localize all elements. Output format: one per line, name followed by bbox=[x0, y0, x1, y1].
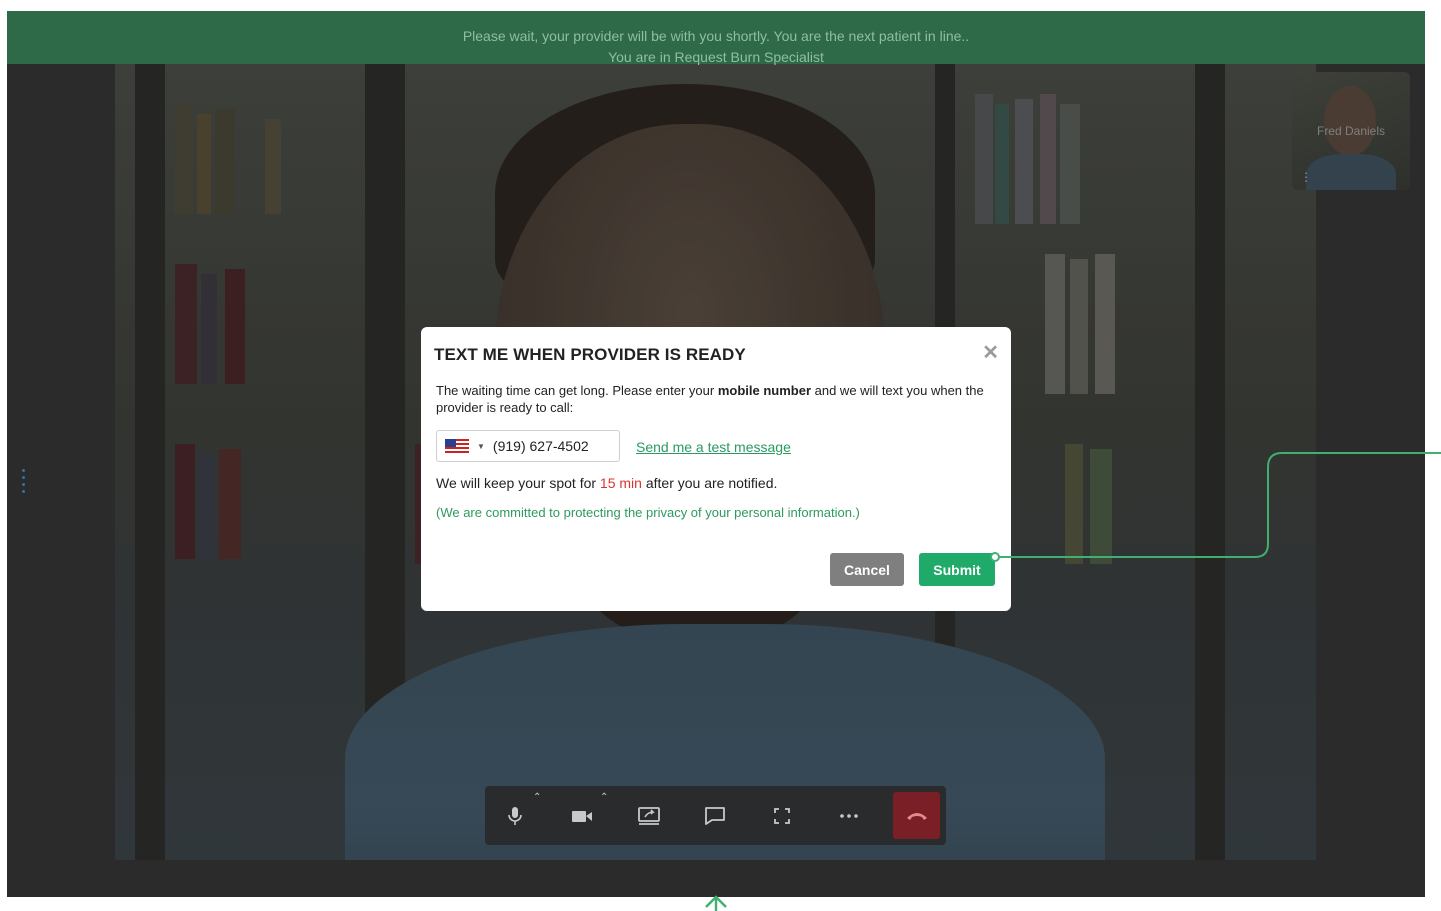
close-icon[interactable]: ✕ bbox=[982, 340, 999, 365]
waiting-banner: Please wait, your provider will be with … bbox=[7, 11, 1425, 65]
up-arrow-icon bbox=[705, 895, 727, 911]
spot-hold-message: We will keep your spot for 15 min after … bbox=[436, 475, 778, 491]
us-flag-icon[interactable] bbox=[445, 439, 469, 453]
modal-title: TEXT ME WHEN PROVIDER IS READY bbox=[434, 345, 746, 364]
call-controls-bar: ⌃ ⌃ bbox=[485, 786, 946, 845]
banner-queue-message: You are in Request Burn Specialist bbox=[608, 49, 824, 65]
camera-icon bbox=[572, 810, 592, 822]
more-icon bbox=[840, 813, 858, 818]
banner-wait-message: Please wait, your provider will be with … bbox=[462, 28, 970, 44]
mobile-number-emphasis: mobile number bbox=[717, 383, 812, 398]
fullscreen-icon bbox=[774, 807, 790, 824]
more-options-button[interactable] bbox=[823, 786, 875, 845]
country-dropdown-caret-icon[interactable]: ▼ bbox=[477, 442, 485, 451]
phone-number-value[interactable]: (919) 627-4502 bbox=[493, 438, 589, 454]
text-notification-modal: TEXT ME WHEN PROVIDER IS READY ✕ The wai… bbox=[421, 327, 1011, 611]
screen-share-icon bbox=[638, 806, 660, 825]
microphone-icon bbox=[508, 806, 522, 825]
cancel-button[interactable]: Cancel bbox=[830, 553, 904, 586]
screen-share-button[interactable] bbox=[623, 786, 675, 845]
camera-options-caret[interactable]: ⌃ bbox=[600, 792, 608, 803]
chat-button[interactable] bbox=[689, 786, 741, 845]
vertical-ellipsis-icon[interactable]: ⋮ bbox=[1300, 170, 1312, 184]
hang-up-button[interactable] bbox=[893, 792, 940, 839]
participant-thumbnail[interactable]: Fred Daniels ⋮ bbox=[1292, 72, 1410, 190]
submit-button[interactable]: Submit bbox=[919, 553, 995, 586]
phone-number-field[interactable]: ▼ (919) 627-4502 bbox=[436, 430, 620, 462]
participant-name: Fred Daniels bbox=[1316, 124, 1386, 138]
modal-description: The waiting time can get long. Please en… bbox=[436, 383, 984, 415]
privacy-notice: (We are committed to protecting the priv… bbox=[436, 505, 860, 520]
fullscreen-button[interactable] bbox=[756, 786, 808, 845]
hold-duration: 15 min bbox=[599, 475, 642, 491]
chat-icon bbox=[705, 806, 725, 825]
send-test-message-link[interactable]: Send me a test message bbox=[636, 439, 791, 455]
microphone-options-caret[interactable]: ⌃ bbox=[533, 792, 541, 803]
side-handle[interactable] bbox=[22, 469, 28, 497]
hang-up-icon bbox=[906, 812, 927, 820]
